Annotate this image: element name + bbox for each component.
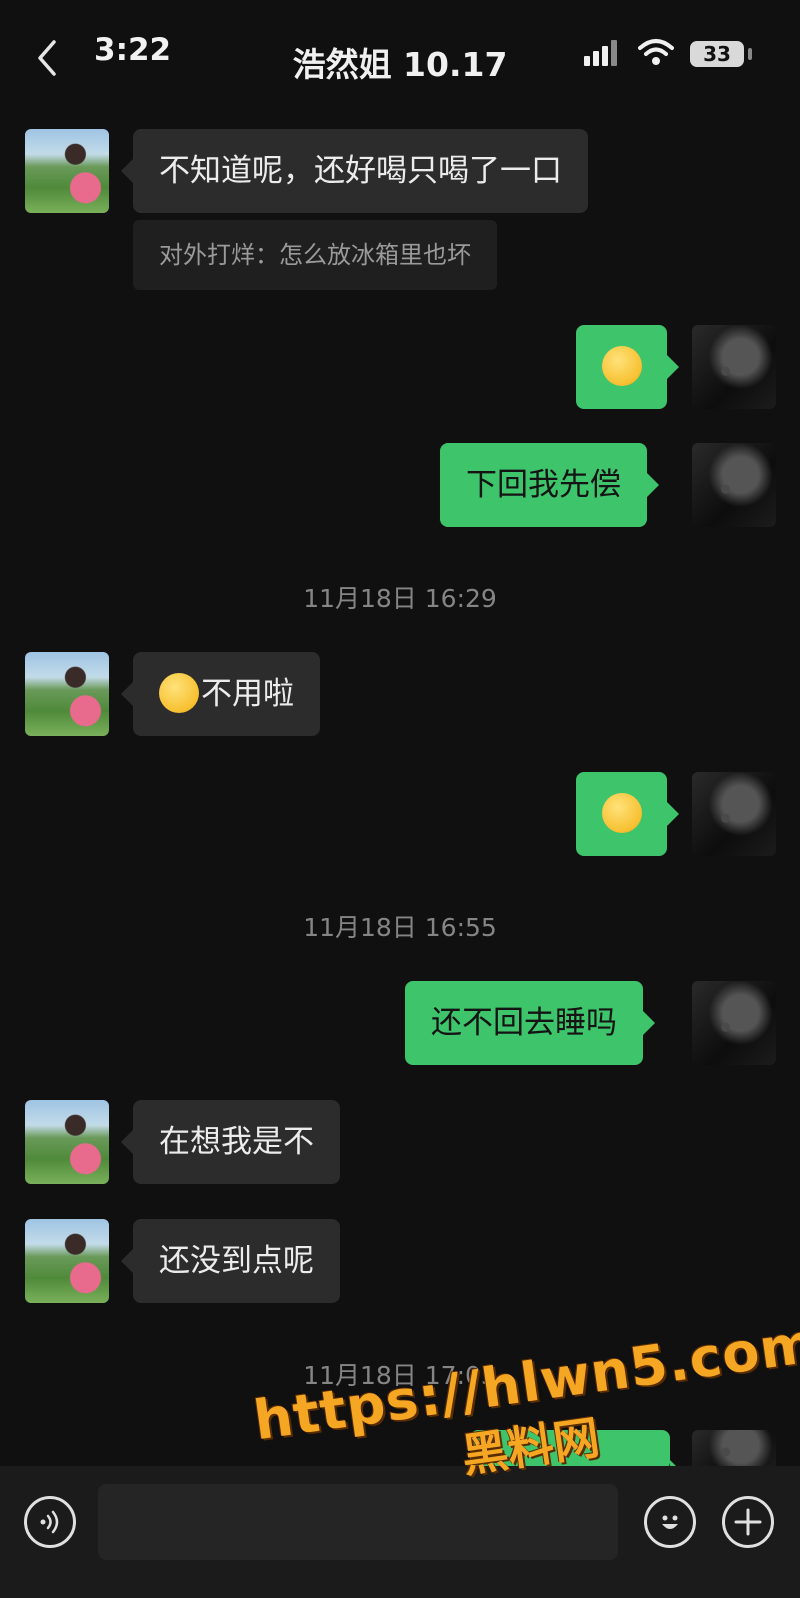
chat-title[interactable]: 浩然姐 10.17 bbox=[0, 38, 800, 86]
plus-icon bbox=[734, 1508, 762, 1536]
voice-button[interactable] bbox=[24, 1496, 76, 1548]
crying-laughing-emoji-icon bbox=[601, 345, 642, 386]
battery-tip bbox=[748, 48, 752, 60]
timestamp: 11月18日 16:55 bbox=[303, 913, 497, 942]
signal-icon bbox=[584, 40, 617, 66]
my-avatar[interactable] bbox=[692, 772, 776, 856]
voice-icon bbox=[40, 1510, 59, 1534]
my-avatar[interactable] bbox=[692, 325, 776, 409]
timestamp: 11月18日 16:29 bbox=[303, 584, 497, 613]
message-incoming[interactable]: 在想我是不 bbox=[121, 1100, 340, 1184]
kiss-emoji-icon bbox=[159, 672, 199, 713]
message-outgoing[interactable]: 下回我先偿 bbox=[440, 443, 659, 527]
message-incoming[interactable]: 不知道呢，还好喝只喝了一口 bbox=[121, 129, 588, 213]
message-text: 不用啦 bbox=[201, 676, 294, 712]
emoji-button[interactable] bbox=[644, 1496, 696, 1548]
contact-avatar[interactable] bbox=[25, 1100, 109, 1184]
my-avatar[interactable] bbox=[692, 981, 776, 1065]
quoted-message[interactable]: 对外打烊：怎么放冰箱里也坏 bbox=[133, 220, 497, 290]
emoji-icon bbox=[662, 1515, 678, 1529]
my-avatar[interactable] bbox=[692, 443, 776, 527]
status-bar: 3:22 浩然姐 10.17 33 bbox=[0, 0, 800, 110]
contact-avatar[interactable] bbox=[25, 129, 109, 213]
contact-avatar[interactable] bbox=[25, 1219, 109, 1303]
battery-indicator: 33 bbox=[690, 41, 744, 67]
message-incoming[interactable]: 还没到点呢 bbox=[121, 1219, 340, 1303]
message-incoming[interactable]: 不用啦 bbox=[121, 652, 320, 736]
more-button[interactable] bbox=[722, 1496, 774, 1548]
message-outgoing[interactable]: 还不回去睡吗 bbox=[405, 981, 655, 1065]
message-outgoing-emoji[interactable] bbox=[576, 325, 679, 409]
wifi-icon bbox=[638, 39, 674, 65]
kiss-emoji-icon bbox=[601, 792, 642, 833]
contact-avatar[interactable] bbox=[25, 652, 109, 736]
message-outgoing-emoji[interactable] bbox=[576, 772, 679, 856]
